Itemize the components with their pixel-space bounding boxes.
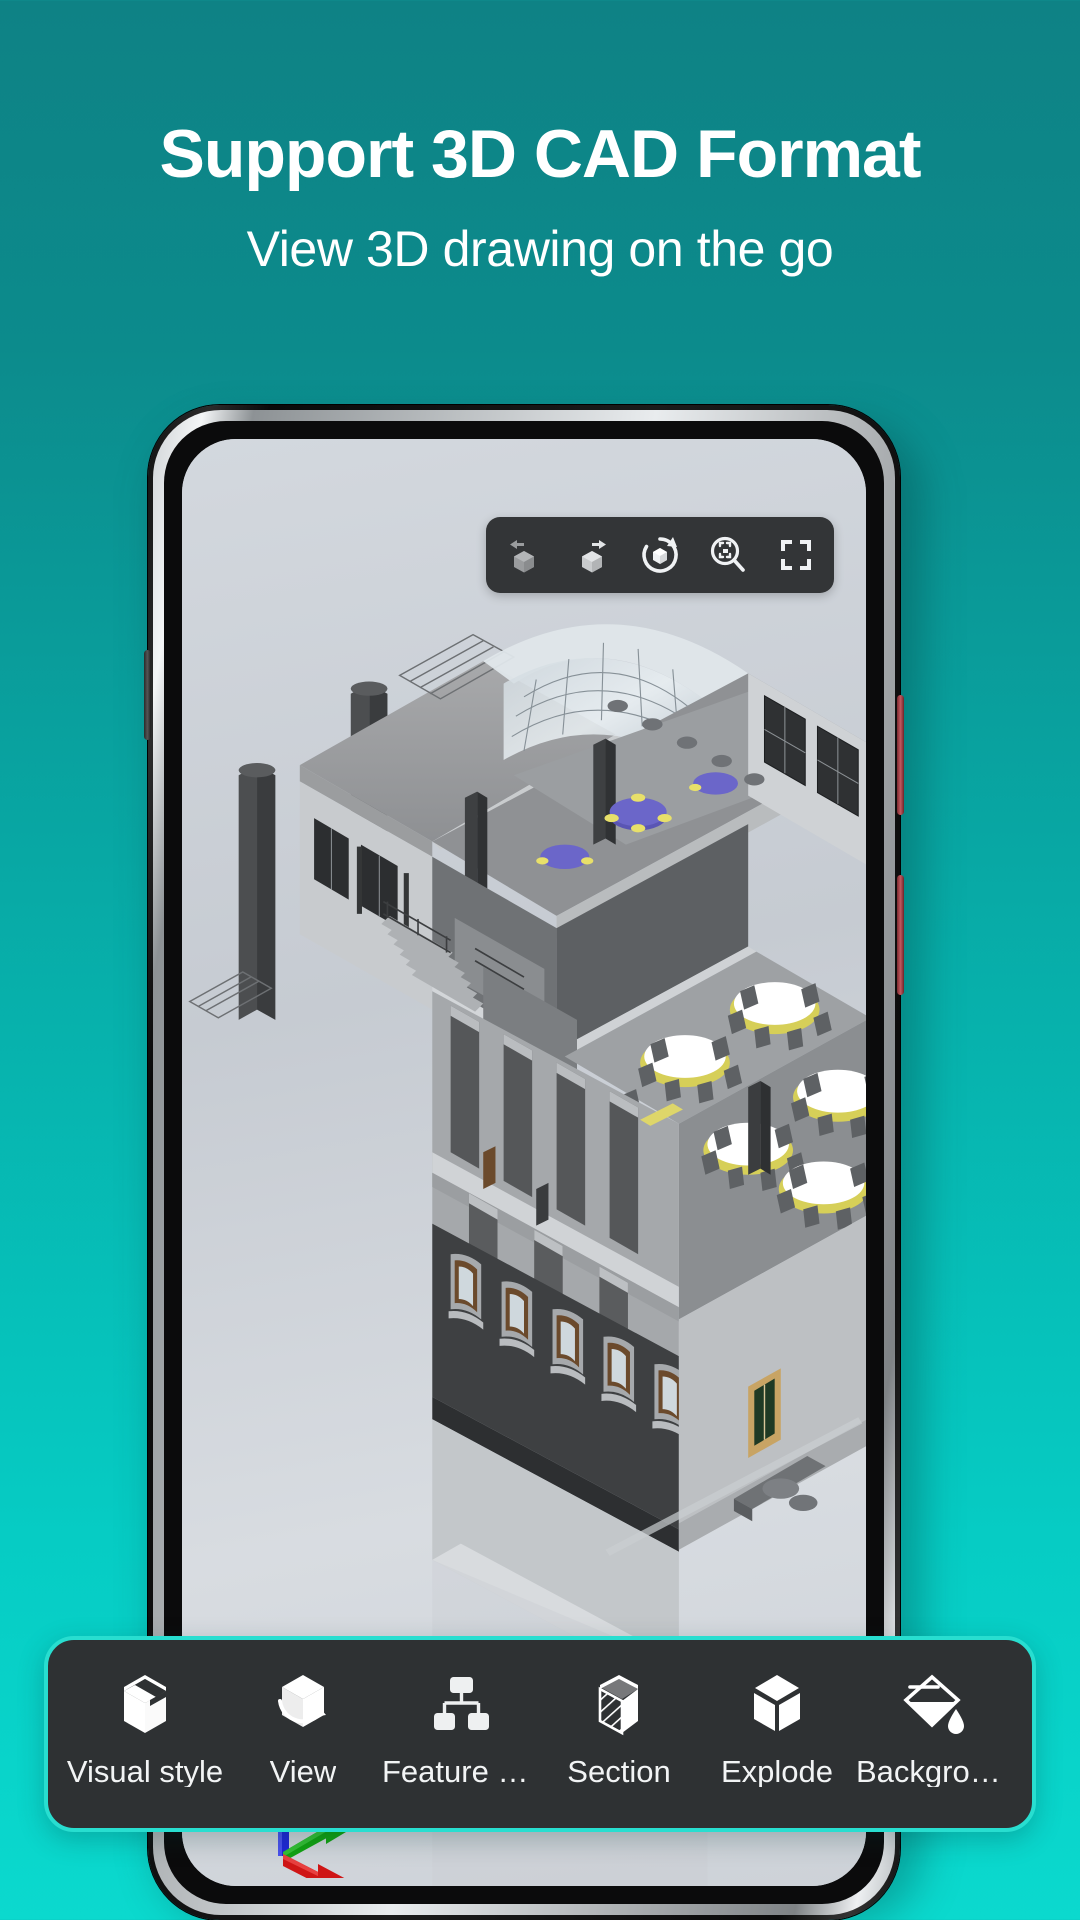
redo-view-button[interactable] [558,523,626,587]
zoom-fit-button[interactable] [694,523,762,587]
axis-x [283,1854,348,1886]
tool-label: Backgroun... [856,1756,1014,1787]
tool-section[interactable]: Section [540,1664,698,1787]
page-subtitle: View 3D drawing on the go [246,221,834,278]
section-hatched-cube-icon [582,1664,656,1744]
tool-view[interactable]: View [224,1664,382,1787]
tool-explode[interactable]: Explode [698,1664,856,1787]
tool-visual-style[interactable]: Visual style [66,1664,224,1787]
tool-label: Visual style [66,1756,224,1787]
phone-volume-button[interactable] [897,695,904,815]
phone-power-button[interactable] [897,875,904,995]
background-fill-icon [898,1664,972,1744]
explode-cube-icon [740,1664,814,1744]
tool-label: Explode [720,1756,834,1787]
visual-style-cube-icon [108,1664,182,1744]
undo-view-button[interactable] [490,523,558,587]
undo-view-icon [510,540,534,573]
view-rotate-cube-icon [266,1664,340,1744]
rotate-model-icon [642,537,678,573]
hero-section: Support 3D CAD Format View 3D drawing on… [0,0,1080,278]
tool-label: View [269,1756,337,1787]
fullscreen-button[interactable] [762,523,830,587]
tool-label: Feature M... [382,1756,540,1787]
feature-manager-tree-icon [424,1664,498,1744]
tool-background[interactable]: Backgroun... [856,1664,1014,1787]
cad-tools-toolbar[interactable]: Visual style View Feature M... Section E… [44,1636,1036,1832]
viewer-top-toolbar[interactable] [486,517,834,593]
tool-feature-manager[interactable]: Feature M... [382,1664,540,1787]
redo-view-icon [582,540,606,573]
model-right-wall-upper [748,673,866,865]
rotate-model-button[interactable] [626,523,694,587]
phone-left-button[interactable] [144,650,151,740]
fullscreen-icon [781,540,811,570]
page-title: Support 3D CAD Format [159,116,922,192]
tool-label: Section [567,1756,671,1787]
zoom-fit-icon [710,536,745,572]
